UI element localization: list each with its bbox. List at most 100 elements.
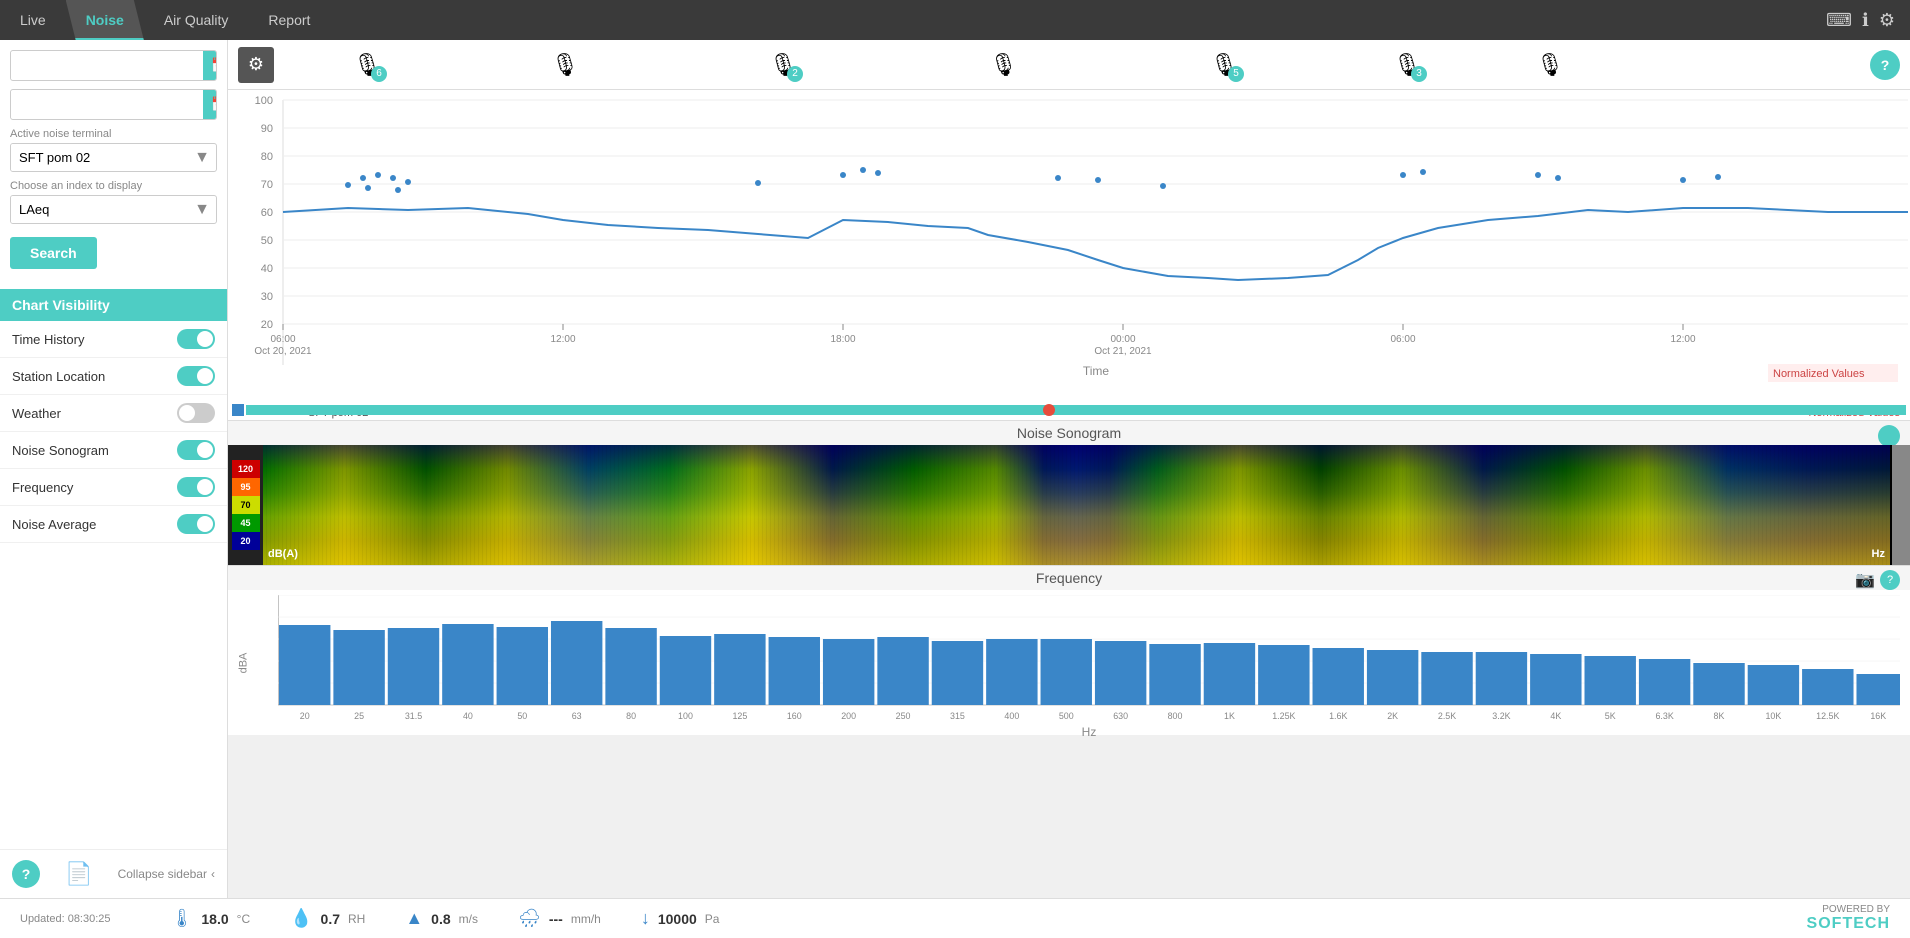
- frequency-svg: 100 80 60 40 20 0: [278, 595, 1900, 725]
- tab-live[interactable]: Live: [0, 0, 66, 40]
- date-to-input[interactable]: 10-27-2021: [11, 91, 203, 118]
- svg-text:12:00: 12:00: [550, 334, 575, 345]
- time-history-chart: 100 90 80 70 60 50 40 30 20: [228, 90, 1910, 400]
- mic-station-6[interactable]: 🎙 3: [1337, 52, 1477, 78]
- info-icon[interactable]: ℹ: [1862, 10, 1869, 31]
- svg-text:1.6K: 1.6K: [1329, 711, 1347, 721]
- tab-noise[interactable]: Noise: [66, 0, 144, 40]
- date-from-input[interactable]: 10-20-2021: [11, 52, 203, 79]
- timeline-bar[interactable]: [246, 405, 1906, 415]
- status-bar: Updated: 08:30:25 🌡 18.0 °C 💧 0.7 RH ▲ 0…: [0, 898, 1910, 938]
- mic-station-5[interactable]: 🎙 5: [1119, 52, 1329, 78]
- help-icon[interactable]: ?: [12, 860, 40, 888]
- temperature-item: 🌡 18.0 °C: [171, 908, 251, 929]
- toggle-frequency[interactable]: [177, 477, 215, 497]
- scale-45: 45: [232, 514, 260, 532]
- svg-text:06:00: 06:00: [270, 334, 295, 345]
- toggle-row-noise-average: Noise Average: [0, 506, 227, 543]
- svg-text:80: 80: [626, 711, 636, 721]
- svg-text:Oct 21, 2021: Oct 21, 2021: [1094, 346, 1152, 357]
- svg-text:06:00: 06:00: [1390, 334, 1415, 345]
- svg-text:16K: 16K: [1870, 711, 1886, 721]
- svg-text:50: 50: [517, 711, 527, 721]
- toggle-time-history[interactable]: [177, 329, 215, 349]
- svg-text:50: 50: [261, 235, 273, 247]
- date-to-field[interactable]: 10-27-2021 📅: [10, 89, 217, 120]
- humidity-item: 💧 0.7 RH: [290, 908, 365, 929]
- tab-air-quality[interactable]: Air Quality: [144, 0, 249, 40]
- terminal-select-wrapper[interactable]: SFT pom 02 ▼: [10, 143, 217, 172]
- svg-text:60: 60: [261, 207, 273, 219]
- date-from-calendar-btn[interactable]: 📅: [203, 51, 217, 80]
- toggle-weather[interactable]: [177, 403, 215, 423]
- svg-text:4K: 4K: [1550, 711, 1561, 721]
- humidity-value: 0.7: [321, 911, 340, 927]
- svg-text:80: 80: [261, 151, 273, 163]
- wind-value: 0.8: [431, 911, 450, 927]
- svg-text:18:00: 18:00: [830, 334, 855, 345]
- svg-text:31.5: 31.5: [405, 711, 422, 721]
- collapse-sidebar-btn[interactable]: Collapse sidebar ‹: [118, 867, 215, 881]
- rain-unit: mm/h: [571, 912, 601, 926]
- svg-text:500: 500: [1059, 711, 1074, 721]
- svg-text:12.5K: 12.5K: [1816, 711, 1839, 721]
- svg-text:00:00: 00:00: [1110, 334, 1135, 345]
- scale-items: 120 95 70 45 20: [228, 460, 263, 550]
- svg-text:200: 200: [841, 711, 856, 721]
- date-from-field[interactable]: 10-20-2021 📅: [10, 50, 217, 81]
- pressure-value: 10000: [658, 911, 697, 927]
- svg-text:90: 90: [261, 123, 273, 135]
- toolbar-gear-btn[interactable]: ⚙: [238, 47, 274, 83]
- mic-station-7[interactable]: 🎙: [1485, 52, 1615, 78]
- toolbar-help-btn[interactable]: ?: [1870, 50, 1900, 80]
- frequency-chart: 100 80 60 40 20 0: [228, 590, 1910, 735]
- wind-icon: ▲: [405, 908, 423, 929]
- toggle-noise-sonogram[interactable]: [177, 440, 215, 460]
- mic-badge-5: 5: [1228, 66, 1244, 82]
- keyboard-icon[interactable]: ⌨: [1826, 10, 1852, 31]
- svg-text:63: 63: [572, 711, 582, 721]
- index-select-arrow: ▼: [188, 201, 216, 219]
- terminal-select-arrow: ▼: [188, 149, 216, 167]
- sonogram-toggle-btn[interactable]: [1878, 425, 1900, 447]
- tab-report[interactable]: Report: [248, 0, 330, 40]
- svg-text:630: 630: [1113, 711, 1128, 721]
- wind-unit: m/s: [459, 912, 478, 926]
- index-select-wrapper[interactable]: LAeq ▼: [10, 195, 217, 224]
- frequency-help-btn[interactable]: ?: [1880, 570, 1900, 590]
- mic-station-2[interactable]: 🎙: [460, 52, 670, 78]
- toggle-noise-average[interactable]: [177, 514, 215, 534]
- svg-text:40: 40: [463, 711, 473, 721]
- toggle-row-time-history: Time History: [0, 321, 227, 358]
- sonogram-hz-label: Hz: [1872, 548, 1885, 560]
- sidebar: 10-20-2021 📅 10-27-2021 📅 Active noise t…: [0, 40, 228, 898]
- mic-station-4[interactable]: 🎙: [896, 52, 1111, 78]
- settings-icon[interactable]: ⚙: [1879, 10, 1895, 31]
- toggle-station-location[interactable]: [177, 366, 215, 386]
- svg-text:20: 20: [300, 711, 310, 721]
- index-select[interactable]: LAeq: [11, 196, 188, 223]
- pdf-icon[interactable]: 📄: [65, 861, 92, 887]
- mic-icon-wrap-3: 🎙 2: [769, 52, 797, 78]
- frequency-section: Frequency 📷 ? 100 80 60 40: [228, 565, 1910, 735]
- mic-station-3[interactable]: 🎙 2: [678, 52, 888, 78]
- scale-20: 20: [232, 532, 260, 550]
- toggle-row-frequency: Frequency: [0, 469, 227, 506]
- svg-text:1.25K: 1.25K: [1272, 711, 1295, 721]
- camera-icon[interactable]: 📷: [1855, 570, 1875, 590]
- mic-badge-3: 2: [787, 66, 803, 82]
- svg-text:Oct 20, 2021: Oct 20, 2021: [254, 346, 312, 357]
- date-to-calendar-btn[interactable]: 📅: [203, 90, 217, 119]
- toggle-label-weather: Weather: [12, 406, 61, 421]
- sidebar-controls: 10-20-2021 📅 10-27-2021 📅 Active noise t…: [0, 40, 227, 279]
- toggle-row-weather: Weather: [0, 395, 227, 432]
- mic-icon-7: 🎙: [1536, 52, 1564, 78]
- search-button[interactable]: Search: [10, 237, 97, 269]
- timeline-marker[interactable]: [1043, 404, 1055, 416]
- svg-text:8K: 8K: [1714, 711, 1725, 721]
- svg-text:250: 250: [896, 711, 911, 721]
- svg-text:Normalized Values: Normalized Values: [1773, 368, 1865, 380]
- sonogram-scrollbar[interactable]: [1892, 445, 1910, 565]
- mic-station-1[interactable]: 🎙 6: [282, 52, 452, 78]
- terminal-select[interactable]: SFT pom 02: [11, 144, 188, 171]
